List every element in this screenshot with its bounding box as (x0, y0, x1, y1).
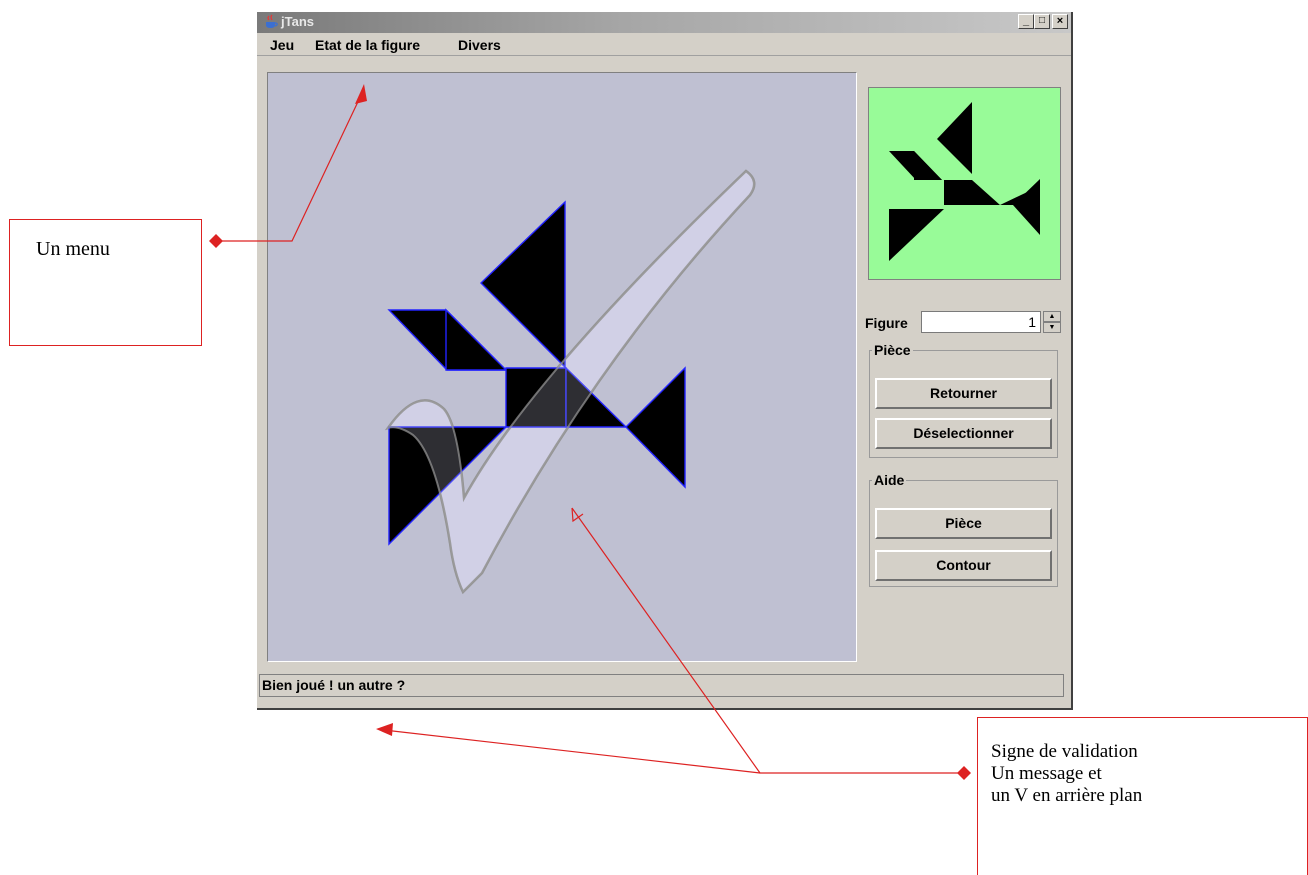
diamond-icon (957, 766, 971, 780)
validation-arrow-to-board (571, 507, 964, 774)
menu-arrow (216, 88, 365, 242)
validation-arrow-to-status (383, 729, 761, 774)
arrow-head-icon (355, 84, 367, 104)
arrow-head-icon (376, 723, 393, 736)
annotation-arrows (209, 84, 971, 780)
diamond-icon (209, 234, 223, 248)
